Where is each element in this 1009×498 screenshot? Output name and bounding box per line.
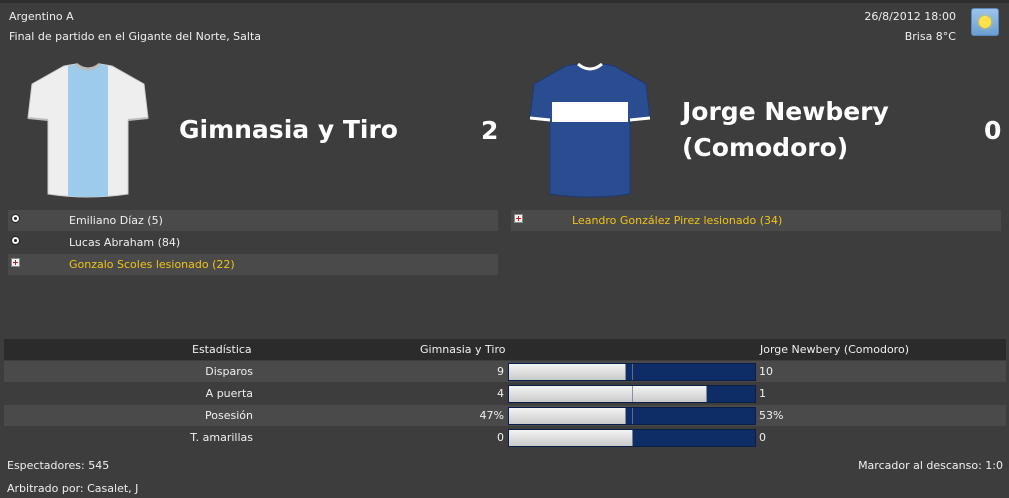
home-event-row: Lucas Abraham (84): [8, 232, 498, 253]
goal-ball-icon: [11, 214, 20, 223]
venue-text: Final de partido en el Gigante del Norte…: [9, 30, 262, 43]
away-event-row: Leandro González Pirez lesionado (34): [511, 210, 1001, 231]
stat-home-value: 47%: [479, 409, 504, 422]
stat-label: A puerta: [205, 387, 253, 400]
stat-away-value: 0: [759, 431, 766, 444]
attendance-text: Espectadores: 545: [7, 459, 110, 472]
away-team-name-line2: (Comodoro): [682, 133, 849, 162]
stat-away-value: 53%: [759, 409, 784, 422]
stat-home-value: 9: [497, 365, 504, 378]
stat-bar-fill: [509, 430, 633, 446]
stat-bar: [508, 407, 756, 425]
sun-icon: [971, 8, 999, 36]
stat-label: T. amarillas: [190, 431, 253, 444]
halftime-score-text: Marcador al descanso: 1:0: [858, 459, 1003, 472]
stat-away-value: 1: [759, 387, 766, 400]
stat-label: Posesión: [205, 409, 253, 422]
stats-away-team: Jorge Newbery (Comodoro): [760, 343, 909, 356]
home-score: 2: [481, 116, 499, 145]
stats-home-team: Gimnasia y Tiro: [420, 343, 506, 356]
home-event-row: Emiliano Díaz (5): [8, 210, 498, 231]
goal-ball-icon: [11, 236, 20, 245]
stat-label: Disparos: [205, 365, 253, 378]
stat-row: T. amarillas 0 0: [4, 427, 1006, 448]
stat-bar-fill: [509, 364, 626, 380]
away-team-name-line1: Jorge Newbery: [682, 97, 889, 126]
home-event-text: Gonzalo Scoles lesionado (22): [69, 258, 235, 271]
injury-cross-icon: [11, 258, 20, 267]
stat-away-value: 10: [759, 365, 773, 378]
home-event-text: Emiliano Díaz (5): [69, 214, 163, 227]
home-team-name: Gimnasia y Tiro: [179, 115, 398, 144]
stat-bar-fill: [509, 386, 707, 402]
top-divider: [0, 0, 1009, 3]
home-event-text: Lucas Abraham (84): [69, 236, 181, 249]
stats-header: Estadística Gimnasia y Tiro Jorge Newber…: [4, 339, 1006, 360]
stat-bar: [508, 363, 756, 381]
home-shirt-icon: [27, 62, 149, 198]
stat-row: A puerta 4 1: [4, 383, 1006, 404]
stat-row: Disparos 9 10: [4, 361, 1006, 382]
stat-home-value: 4: [497, 387, 504, 400]
away-team-name: Jorge Newbery (Comodoro): [682, 94, 889, 166]
away-shirt-icon: [529, 62, 651, 198]
stat-row: Posesión 47% 53%: [4, 405, 1006, 426]
home-event-row: Gonzalo Scoles lesionado (22): [8, 254, 498, 275]
injury-cross-icon: [514, 214, 523, 223]
stat-bar: [508, 429, 756, 447]
stat-home-value: 0: [497, 431, 504, 444]
referee-text: Arbitrado por: Casalet, J: [7, 482, 139, 495]
stat-bar-fill: [509, 408, 626, 424]
away-event-text: Leandro González Pirez lesionado (34): [572, 214, 783, 227]
away-score: 0: [984, 116, 1002, 145]
match-datetime: 26/8/2012 18:00: [864, 10, 956, 23]
competition-name: Argentino A: [9, 10, 74, 23]
stats-header-label: Estadística: [192, 343, 252, 356]
stat-bar: [508, 385, 756, 403]
weather-text: Brisa 8°C: [904, 30, 956, 43]
